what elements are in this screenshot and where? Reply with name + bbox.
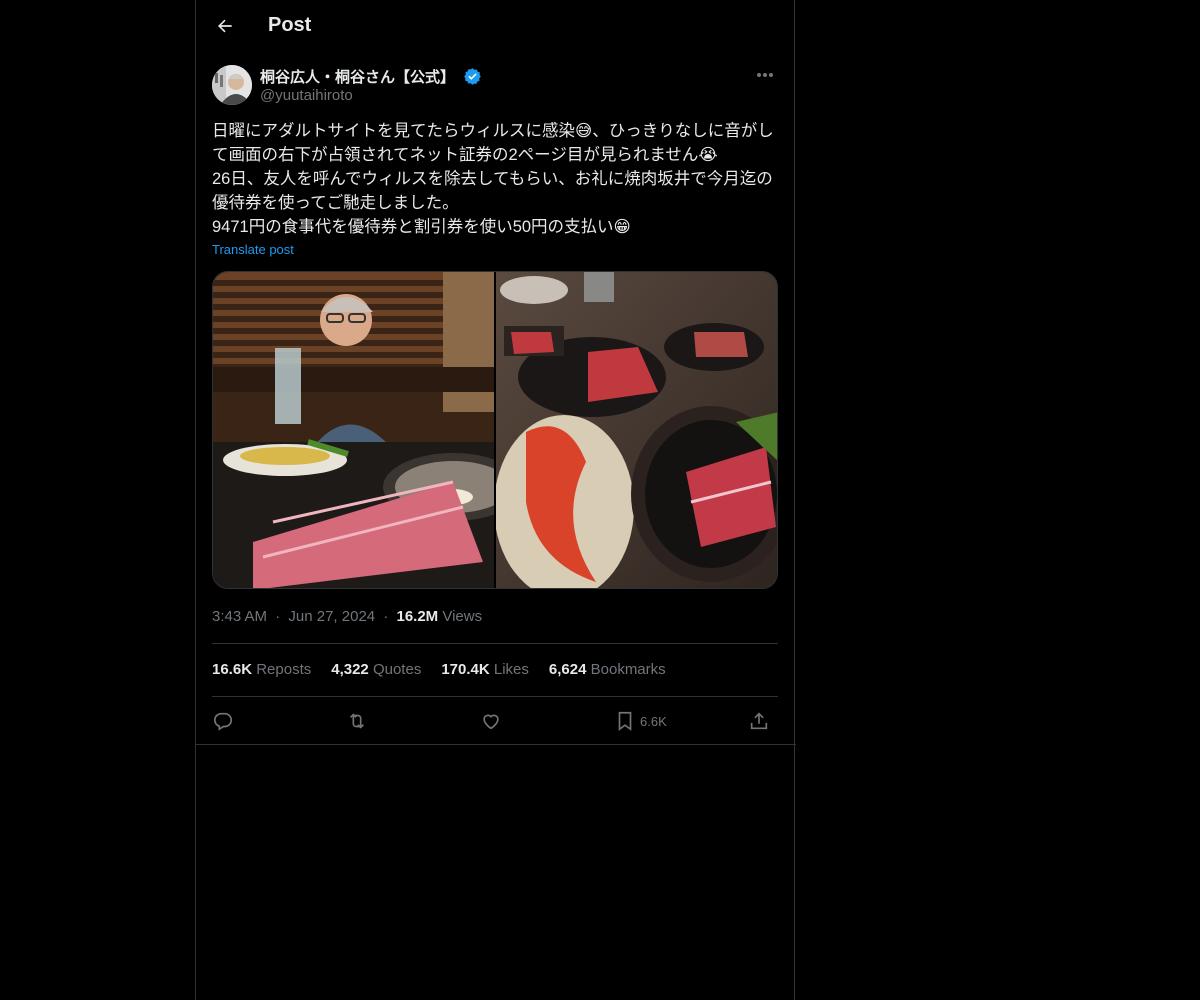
post-meta: 3:43 AM · Jun 27, 2024 · 16.2M Views xyxy=(212,608,482,625)
divider xyxy=(212,643,778,644)
photo-yakiniku-plates[interactable] xyxy=(496,272,777,588)
separator-dot: · xyxy=(275,608,281,625)
reposts-label: Reposts xyxy=(256,661,312,678)
post-time[interactable]: 3:43 AM xyxy=(212,608,267,625)
reply-button[interactable] xyxy=(212,706,234,736)
user-handle[interactable]: @yuutaihiroto xyxy=(260,87,353,104)
likes-count: 170.4K xyxy=(441,661,490,678)
main-column: Post 桐谷広人・桐谷さん【公式】 @yuutaihiroto 日曜にアダルト… xyxy=(195,0,796,1000)
post-media xyxy=(212,271,778,589)
back-button[interactable] xyxy=(208,9,242,43)
repost-button[interactable] xyxy=(346,706,368,736)
reposts-count: 16.6K xyxy=(212,661,253,678)
quotes-count: 4,322 xyxy=(331,661,369,678)
avatar[interactable] xyxy=(212,65,252,105)
views-count: 16.2M xyxy=(396,608,439,625)
separator-dot: · xyxy=(383,608,389,625)
photo-man-with-drink[interactable] xyxy=(213,272,494,588)
quotes-label: Quotes xyxy=(372,661,422,678)
display-name-text: 桐谷広人・桐谷さん【公式】 xyxy=(260,69,456,86)
bookmarks-label: Bookmarks xyxy=(590,661,666,678)
post-text: 日曜にアダルトサイトを見てたらウィルスに感染😅、ひっきりなしに音がして画面の右下… xyxy=(212,122,774,236)
bookmark-button[interactable]: 6.6K xyxy=(614,706,667,736)
likes-stat[interactable]: 170.4K Likes xyxy=(441,661,529,678)
divider xyxy=(196,744,796,745)
page-title: Post xyxy=(268,14,312,36)
verified-badge-icon xyxy=(463,67,482,86)
quotes-stat[interactable]: 4,322 Quotes xyxy=(331,661,421,678)
arrow-left-icon xyxy=(218,19,232,33)
share-icon xyxy=(750,712,768,730)
likes-label: Likes xyxy=(493,661,529,678)
bookmark-icon xyxy=(618,711,632,731)
post-date[interactable]: Jun 27, 2024 xyxy=(288,608,375,625)
post-stats: 16.6K Reposts 4,322 Quotes 170.4K Likes … xyxy=(212,661,666,678)
bookmarks-stat[interactable]: 6,624 Bookmarks xyxy=(549,661,666,678)
more-options-button[interactable] xyxy=(750,65,780,85)
reply-icon xyxy=(213,712,233,731)
like-button[interactable] xyxy=(480,706,502,736)
bookmarks-count: 6,624 xyxy=(548,661,587,678)
display-name[interactable]: 桐谷広人・桐谷さん【公式】 xyxy=(260,66,482,87)
reposts-stat[interactable]: 16.6K Reposts xyxy=(212,661,311,678)
bookmark-count: 6.6K xyxy=(640,713,667,729)
more-horizontal-icon xyxy=(757,73,773,77)
translate-post-link[interactable]: Translate post xyxy=(212,242,294,257)
repost-icon xyxy=(349,713,365,729)
post-actions: 6.6K xyxy=(212,706,778,736)
post-author: 桐谷広人・桐谷さん【公式】 @yuutaihiroto xyxy=(212,65,780,107)
divider xyxy=(212,696,778,697)
views-label: Views xyxy=(442,608,483,625)
share-button[interactable] xyxy=(748,706,770,736)
heart-icon xyxy=(483,714,499,730)
top-bar: Post xyxy=(196,0,796,53)
